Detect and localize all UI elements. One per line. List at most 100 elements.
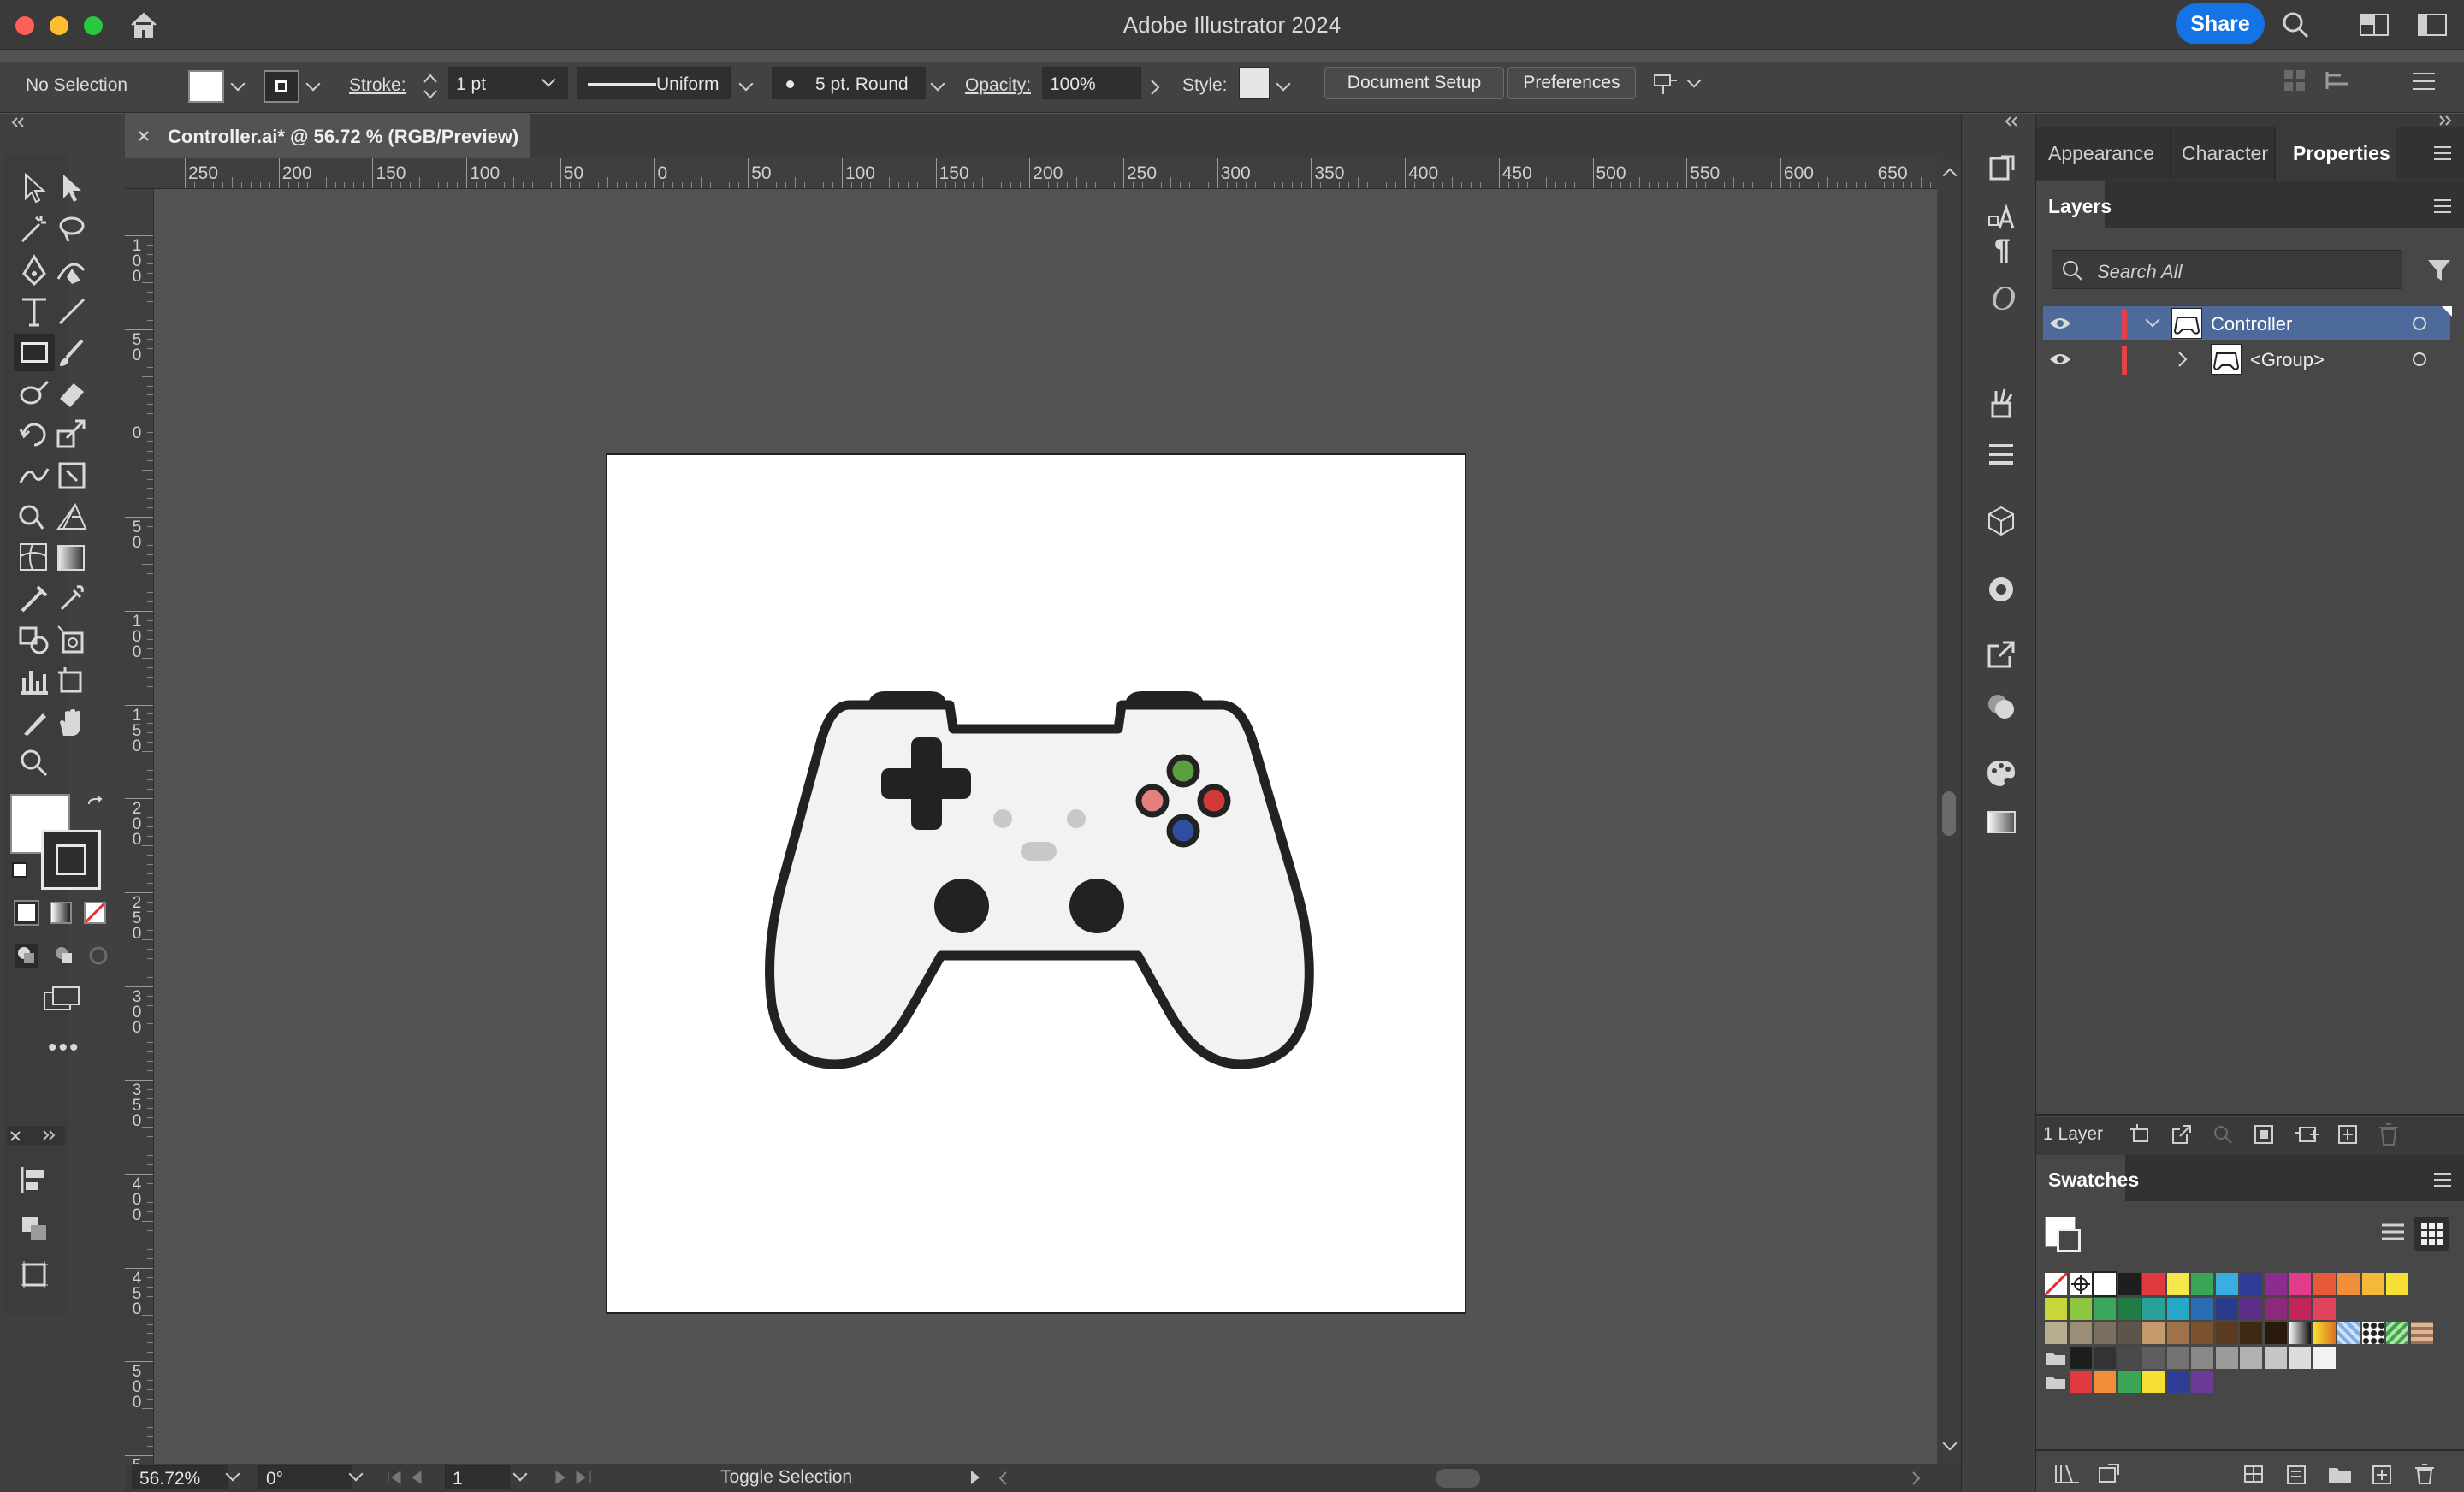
swatch[interactable] <box>2094 1322 2116 1344</box>
show-swatch-kinds-icon[interactable] <box>2242 1463 2267 1485</box>
swatch[interactable] <box>2191 1371 2213 1393</box>
change-screen-mode-icon[interactable] <box>41 984 82 1013</box>
live-paint-bucket-tool-icon[interactable] <box>17 623 51 657</box>
swatch[interactable] <box>2094 1371 2116 1393</box>
swatch[interactable] <box>2045 1297 2067 1320</box>
swatch[interactable] <box>2118 1273 2141 1295</box>
horizontal-ruler[interactable]: 250 200 150 100 50 0 50 100 150 200 250 300 350 400 45… <box>125 158 1937 189</box>
eyedropper-tool-icon[interactable] <box>55 582 89 616</box>
swatch[interactable] <box>2215 1322 2238 1344</box>
swatch[interactable] <box>2166 1273 2189 1295</box>
swatch[interactable] <box>2166 1346 2189 1369</box>
scroll-right-icon[interactable] <box>1911 1471 1922 1486</box>
scroll-down-icon[interactable] <box>1942 1436 1958 1451</box>
workspace-switcher-icon[interactable] <box>2360 14 2389 36</box>
color-guide-icon[interactable] <box>1984 572 2018 607</box>
appearance-panel-icon[interactable] <box>1986 690 2017 721</box>
scroll-thumb[interactable] <box>1942 791 1956 836</box>
align-panel-icon[interactable] <box>19 1165 50 1194</box>
new-color-group-icon[interactable] <box>2327 1463 2353 1485</box>
export-selection-icon[interactable] <box>2170 1122 2195 1146</box>
layers-menu-icon[interactable] <box>2433 198 2452 214</box>
document-tab[interactable]: Controller.ai* @ 56.72 % (RGB/Preview) <box>125 114 530 158</box>
stroke-panel-icon[interactable] <box>1986 439 2017 470</box>
minimize-window-button[interactable] <box>50 16 68 35</box>
pathfinder-panel-icon[interactable] <box>19 1213 50 1242</box>
swatch[interactable] <box>2264 1297 2287 1320</box>
search-icon[interactable] <box>2281 10 2310 39</box>
draw-behind-icon[interactable] <box>51 943 77 968</box>
zoom-window-button[interactable] <box>84 16 103 35</box>
expand-panel-icon[interactable] <box>41 1129 56 1141</box>
arrange-documents-icon[interactable] <box>1651 68 1680 98</box>
swatch[interactable] <box>2045 1322 2067 1344</box>
swatch[interactable] <box>2240 1322 2262 1344</box>
swatches-palette-icon[interactable] <box>1984 757 2018 788</box>
rectangle-tool-icon[interactable] <box>14 334 55 371</box>
swatch[interactable] <box>2166 1297 2189 1320</box>
stroke-swatch[interactable] <box>264 70 299 103</box>
stroke-color-box[interactable] <box>41 830 101 890</box>
swatch[interactable] <box>2264 1322 2287 1344</box>
swatch[interactable] <box>2166 1371 2189 1393</box>
lasso-tool-icon[interactable] <box>55 212 89 246</box>
swatch[interactable] <box>2313 1346 2336 1369</box>
create-sublayer-icon[interactable] <box>2293 1122 2322 1146</box>
swatch[interactable] <box>2386 1273 2408 1295</box>
artboard-tool-icon[interactable] <box>55 664 89 698</box>
chevron-down-icon[interactable] <box>225 1466 240 1482</box>
none-swatch[interactable] <box>2043 1271 2069 1297</box>
chevron-right-icon[interactable] <box>1150 79 1160 96</box>
symbol-sprayer-tool-icon[interactable] <box>55 623 89 657</box>
tab-character[interactable]: Character <box>2182 142 2268 165</box>
shape-builder-tool-icon[interactable] <box>17 500 51 534</box>
swatch[interactable] <box>2094 1297 2116 1320</box>
type-tool-icon[interactable] <box>17 294 51 329</box>
color-group-folder-icon[interactable] <box>2045 1371 2067 1393</box>
variable-width-profile-select[interactable]: Uniform <box>577 67 731 99</box>
gradient-panel-icon[interactable] <box>1986 808 2017 836</box>
swatch[interactable] <box>2069 1371 2092 1393</box>
swatch[interactable] <box>2410 1322 2433 1344</box>
swatch-libraries-icon[interactable] <box>2053 1463 2081 1485</box>
swatch[interactable] <box>2118 1371 2141 1393</box>
character-styles-icon[interactable] <box>1986 203 2017 234</box>
rotate-tool-icon[interactable] <box>17 417 51 452</box>
swatch[interactable] <box>2361 1322 2384 1344</box>
fill-swatch[interactable] <box>188 70 224 103</box>
vertical-ruler[interactable]: 10050050100150200250300350400450500550 <box>125 189 154 1464</box>
swatch[interactable] <box>2240 1346 2262 1369</box>
shaper-tool-icon[interactable] <box>17 376 51 411</box>
artboard-number-field[interactable]: 1 <box>445 1465 510 1489</box>
swatch[interactable] <box>2313 1273 2336 1295</box>
chevron-down-icon[interactable] <box>512 1466 528 1482</box>
swatch[interactable] <box>2215 1297 2238 1320</box>
swatch[interactable] <box>2118 1297 2141 1320</box>
chevron-down-icon[interactable] <box>1276 76 1291 92</box>
magic-wand-tool-icon[interactable] <box>17 212 51 246</box>
home-icon[interactable] <box>128 10 159 39</box>
opentype-icon[interactable]: O <box>1991 278 2016 318</box>
scale-tool-icon[interactable] <box>55 417 89 452</box>
swatch[interactable] <box>2240 1273 2262 1295</box>
swatch[interactable] <box>2142 1273 2165 1295</box>
swatch[interactable] <box>2191 1322 2213 1344</box>
transform-icon[interactable] <box>2324 68 2353 92</box>
pen-tool-icon[interactable] <box>17 253 51 287</box>
swatch[interactable] <box>2094 1346 2116 1369</box>
swap-fill-stroke-icon[interactable] <box>86 796 104 814</box>
visibility-eye-icon[interactable] <box>2048 315 2072 332</box>
none-mode-button[interactable] <box>84 902 106 924</box>
column-graph-tool-icon[interactable] <box>17 664 51 698</box>
gradient-mode-button[interactable] <box>50 902 72 924</box>
chevron-down-icon[interactable] <box>305 76 321 92</box>
list-view-icon[interactable] <box>2380 1222 2406 1246</box>
default-fill-stroke-icon[interactable] <box>12 862 27 878</box>
chevron-down-icon[interactable] <box>738 76 754 92</box>
scroll-up-icon[interactable] <box>1942 168 1958 183</box>
swatch[interactable] <box>2313 1322 2336 1344</box>
vertical-scrollbar[interactable] <box>1937 158 1961 1464</box>
export-asset-icon[interactable] <box>1986 639 2017 670</box>
swatches-menu-icon[interactable] <box>2433 1172 2452 1187</box>
status-text[interactable]: Toggle Selection <box>720 1467 852 1488</box>
